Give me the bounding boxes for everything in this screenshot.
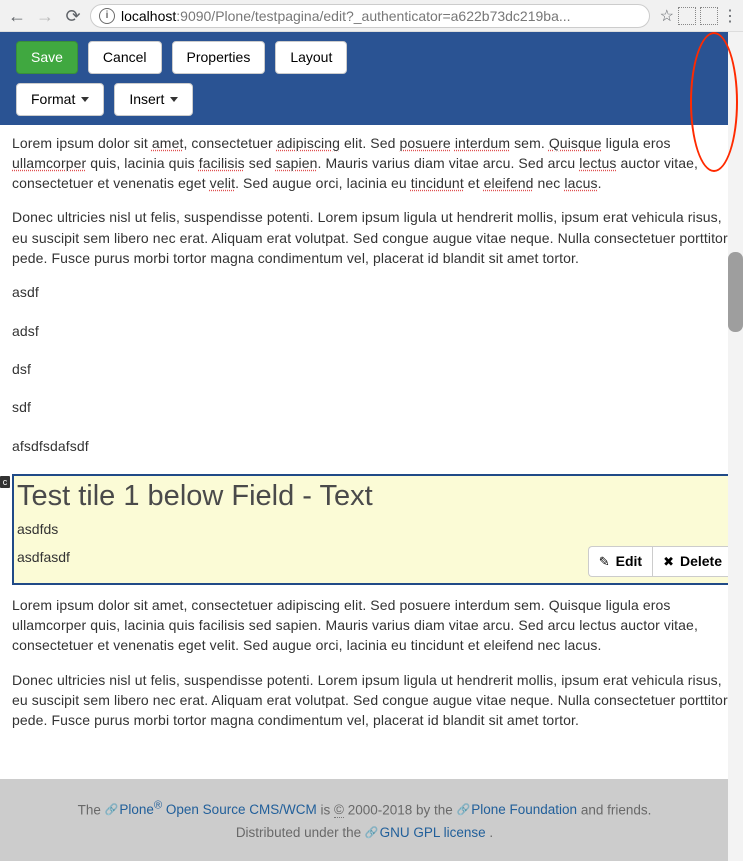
paragraph-2[interactable]: Donec ultricies nisl ut felis, suspendis… [12, 207, 741, 268]
pencil-icon [599, 553, 610, 570]
footer-text: Distributed under the [236, 825, 365, 840]
footer-text: is [320, 802, 334, 817]
properties-button[interactable]: Properties [172, 41, 266, 74]
bookmark-star-icon[interactable]: ☆ [660, 6, 674, 26]
save-button[interactable]: Save [16, 41, 78, 74]
format-label: Format [31, 91, 75, 108]
delete-label: Delete [680, 553, 722, 570]
tile-block[interactable]: Test tile 1 below Field - Text asdfds as… [12, 474, 741, 585]
react-devtools-icon[interactable] [700, 7, 718, 25]
site-info-icon[interactable]: i [99, 8, 115, 24]
browser-right-icons: ☆ ⋮ [660, 6, 737, 26]
tile-title: Test tile 1 below Field - Text [17, 480, 736, 513]
footer-text: . [489, 825, 493, 840]
footer-link-foundation[interactable]: 🔗Plone Foundation [457, 802, 578, 817]
format-dropdown[interactable]: Format [16, 83, 104, 116]
plone-toolbar: Save Cancel Properties Layout Format Ins… [0, 32, 743, 125]
layout-button[interactable]: Layout [275, 41, 347, 74]
cancel-button[interactable]: Cancel [88, 41, 162, 74]
copyright-abbr: © [334, 802, 344, 818]
browser-menu-icon[interactable]: ⋮ [722, 6, 737, 26]
back-button[interactable]: ← [6, 7, 28, 25]
forward-button: → [34, 7, 56, 25]
paragraph-1[interactable]: Lorem ipsum dolor sit amet, consectetuer… [12, 133, 741, 194]
browser-toolbar: ← → ⟳ i localhost:9090/Plone/testpagina/… [0, 0, 743, 32]
link-icon: 🔗 [105, 804, 119, 816]
tile-line-1: asdfds [17, 521, 736, 537]
scrollbar-thumb[interactable] [728, 252, 743, 332]
short-lines[interactable]: asdf adsf dsf sdf afsdfsdafsdf [12, 282, 741, 455]
edit-tile-button[interactable]: Edit [588, 546, 652, 577]
footer: The 🔗Plone® Open Source CMS/WCM is © 200… [0, 779, 729, 861]
delete-tile-button[interactable]: Delete [652, 546, 733, 577]
tile-badge: c [0, 476, 10, 488]
scrollbar-track[interactable] [728, 32, 743, 861]
tile-actions: Edit Delete [588, 546, 733, 577]
x-icon [663, 553, 674, 570]
short-line[interactable]: asdf [12, 282, 741, 302]
edit-label: Edit [616, 553, 642, 570]
paragraph-4[interactable]: Donec ultricies nisl ut felis, suspendis… [12, 670, 741, 731]
chevron-down-icon [170, 97, 178, 102]
page-viewport: Save Cancel Properties Layout Format Ins… [0, 32, 743, 861]
footer-link-license[interactable]: 🔗GNU GPL license [365, 825, 486, 840]
insert-label: Insert [129, 91, 164, 108]
reload-button[interactable]: ⟳ [62, 7, 84, 25]
footer-text: The [78, 802, 105, 817]
footer-link-plone[interactable]: 🔗Plone® Open Source CMS/WCM [105, 802, 317, 817]
address-bar[interactable]: i localhost:9090/Plone/testpagina/edit?_… [90, 4, 650, 28]
short-line[interactable]: sdf [12, 397, 741, 417]
footer-text: 2000-2018 by the [348, 802, 457, 817]
chevron-down-icon [81, 97, 89, 102]
short-line[interactable]: adsf [12, 321, 741, 341]
url-text: localhost:9090/Plone/testpagina/edit?_au… [121, 8, 571, 24]
short-line[interactable]: dsf [12, 359, 741, 379]
paragraph-3[interactable]: Lorem ipsum dolor sit amet, consectetuer… [12, 595, 741, 656]
link-icon: 🔗 [365, 827, 379, 839]
short-line[interactable]: afsdfsdafsdf [12, 436, 741, 456]
footer-text: and friends. [581, 802, 652, 817]
link-icon: 🔗 [457, 804, 471, 816]
extension-icon[interactable] [678, 7, 696, 25]
content-area[interactable]: Lorem ipsum dolor sit amet, consectetuer… [0, 125, 743, 854]
insert-dropdown[interactable]: Insert [114, 83, 193, 116]
